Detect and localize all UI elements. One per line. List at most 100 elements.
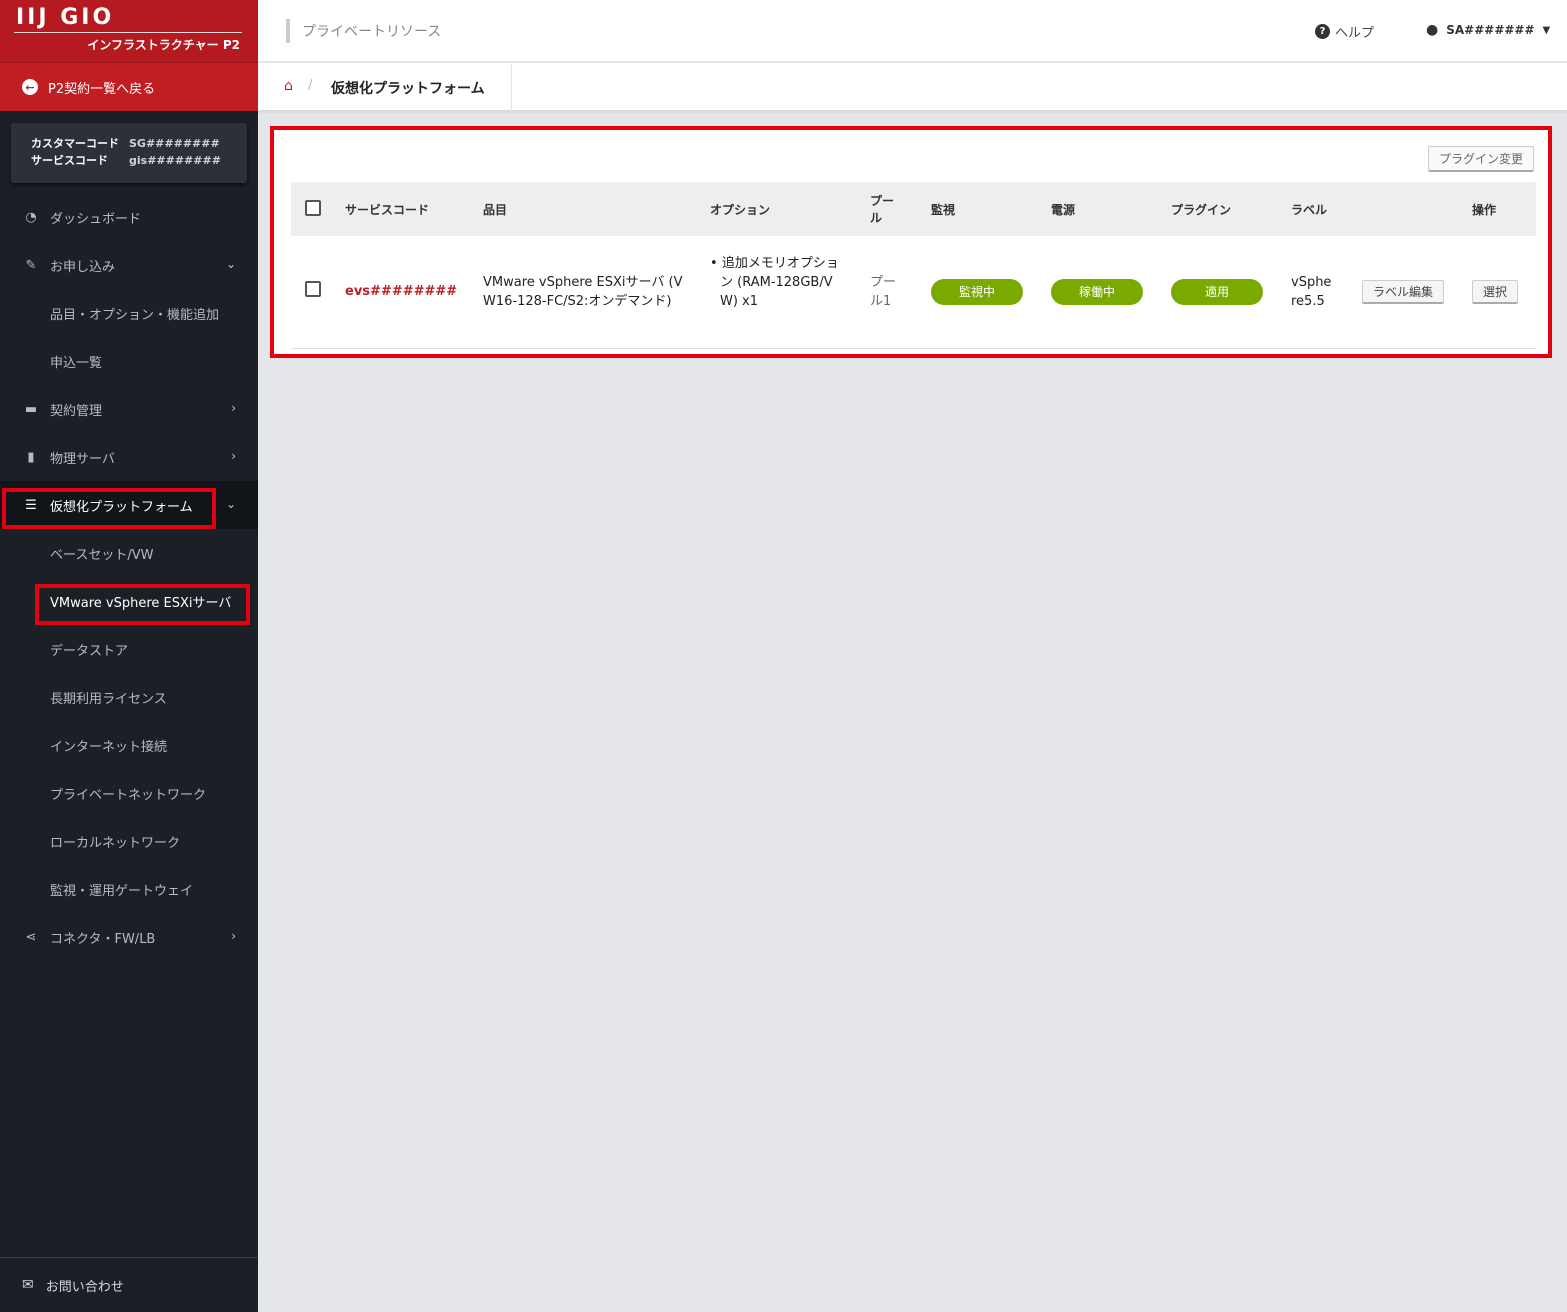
- label-cell: vSphe re5.5: [1291, 274, 1332, 309]
- brand-subtitle: インフラストラクチャー P2: [87, 38, 240, 52]
- caret-down-icon: ▼: [1542, 24, 1551, 36]
- col-spacer: [1358, 182, 1468, 236]
- sidebar-item-label: ベースセット/VW: [50, 547, 154, 563]
- account-codes-card: カスタマーコード SG######## サービスコード gis########: [11, 123, 247, 183]
- brand-divider: [14, 32, 242, 33]
- sidebar-item-internet[interactable]: インターネット接続: [0, 721, 258, 769]
- back-link-label: P2契約一覧へ戻る: [48, 81, 156, 97]
- arrow-left-circle-icon: ←: [22, 79, 38, 95]
- monitor-status-badge[interactable]: 監視中: [931, 278, 1023, 305]
- item-cell: VMware vSphere ESXiサーバ (V W16-128-FC/S2:…: [483, 274, 683, 309]
- col-pool[interactable]: プール: [866, 182, 927, 236]
- contact-link[interactable]: ✉ お問い合わせ: [0, 1257, 258, 1312]
- sidebar-item-virtual-platform[interactable]: ☰ 仮想化プラットフォーム ⌄: [0, 481, 258, 529]
- breadcrumb: ⌂ / 仮想化プラットフォーム: [258, 63, 1567, 111]
- sidebar-item-contract[interactable]: ▬ 契約管理 ›: [0, 385, 258, 433]
- dashboard-gauge-icon: ◔: [25, 209, 37, 225]
- envelope-icon: ✉: [22, 1277, 34, 1293]
- sidebar-item-private-network[interactable]: プライベートネットワーク: [0, 769, 258, 817]
- power-status-badge[interactable]: 稼働中: [1051, 278, 1143, 305]
- sidebar-item-label: 申込一覧: [50, 355, 103, 371]
- server-table: サービスコード 品目 オプション プール 監視 電源 プラグイン ラベル 操作 …: [291, 182, 1536, 349]
- chevron-right-icon: ›: [231, 929, 236, 943]
- col-monitor[interactable]: 監視: [927, 182, 1047, 236]
- sidebar-item-label: データストア: [50, 643, 129, 659]
- col-plugin[interactable]: プラグイン: [1167, 182, 1287, 236]
- bullet: •: [710, 256, 722, 272]
- truck-icon: ▬: [24, 401, 38, 417]
- select-button[interactable]: 選択: [1472, 279, 1519, 304]
- chevron-down-icon: ⌄: [225, 497, 236, 511]
- sidebar-item-label: お申し込み: [50, 259, 116, 275]
- table-row: evs######## VMware vSphere ESXiサーバ (V W1…: [291, 236, 1536, 348]
- row-checkbox[interactable]: [305, 280, 321, 297]
- sidebar-item-label: コネクタ・FW/LB: [50, 931, 156, 947]
- help-link[interactable]: ? ヘルプ: [1315, 22, 1374, 41]
- col-item[interactable]: 品目: [479, 182, 706, 236]
- help-label: ヘルプ: [1335, 26, 1375, 41]
- breadcrumb-divider: [511, 63, 512, 111]
- option-cell: • 追加メモリオプショ ン (RAM-128GB/V W) x1: [710, 256, 839, 310]
- col-operation: 操作: [1472, 202, 1497, 217]
- sidebar-item-label: 物理サーバ: [50, 451, 115, 467]
- plugin-status-badge[interactable]: 適用: [1171, 278, 1263, 305]
- table-header-row: サービスコード 品目 オプション プール 監視 電源 プラグイン ラベル 操作: [291, 182, 1536, 236]
- breadcrumb-separator: /: [308, 78, 313, 93]
- sidebar-item-label: 仮想化プラットフォーム: [50, 499, 193, 515]
- brand-logo[interactable]: IIJ GIO インフラストラクチャー P2: [0, 0, 258, 62]
- col-label[interactable]: ラベル: [1287, 182, 1358, 236]
- col-service-code[interactable]: サービスコード: [341, 182, 479, 236]
- page-title: プライベートリソース: [286, 19, 441, 43]
- sidebar-item-label: VMware vSphere ESXiサーバ: [50, 595, 232, 611]
- edit-icon: ✎: [25, 257, 37, 273]
- service-code-label: サービスコード: [31, 154, 108, 167]
- pool-cell: プー ル1: [870, 274, 897, 309]
- sidebar: IIJ GIO インフラストラクチャー P2 ← P2契約一覧へ戻る カスタマー…: [0, 0, 258, 1312]
- back-to-contracts-link[interactable]: ← P2契約一覧へ戻る: [0, 62, 258, 111]
- sidebar-item-dashboard[interactable]: ◔ ダッシュボード: [0, 193, 258, 241]
- sidebar-item-apply-list[interactable]: 申込一覧: [0, 337, 258, 385]
- sidebar-item-datastore[interactable]: データストア: [0, 625, 258, 673]
- sidebar-item-license[interactable]: 長期利用ライセンス: [0, 673, 258, 721]
- sidebar-item-label: インターネット接続: [50, 739, 168, 755]
- sidebar-item-apply[interactable]: ✎ お申し込み ⌄: [0, 241, 258, 289]
- breadcrumb-current: 仮想化プラットフォーム: [331, 81, 485, 97]
- sidebar-nav: ◔ ダッシュボード ✎ お申し込み ⌄ 品目・オプション・機能追加 申込一覧 ▬…: [0, 193, 258, 961]
- sidebar-item-connector[interactable]: ⋖ コネクタ・FW/LB ›: [0, 913, 258, 961]
- sidebar-item-label: 監視・運用ゲートウェイ: [50, 883, 194, 899]
- service-code-link[interactable]: evs########: [345, 284, 457, 299]
- sidebar-item-label: ローカルネットワーク: [50, 835, 181, 851]
- sidebar-item-label: 長期利用ライセンス: [50, 691, 167, 707]
- customer-code-value: SG########: [129, 137, 220, 150]
- chevron-right-icon: ›: [231, 401, 236, 415]
- sidebar-item-baseset[interactable]: ベースセット/VW: [0, 529, 258, 577]
- chevron-right-icon: ›: [231, 449, 236, 463]
- brand-name: IIJ GIO: [16, 5, 115, 30]
- question-circle-icon: ?: [1315, 24, 1330, 39]
- sidebar-item-label: 契約管理: [50, 403, 103, 419]
- share-icon: ⋖: [25, 929, 37, 945]
- server-icon: ☰: [25, 497, 37, 513]
- sidebar-item-apply-items[interactable]: 品目・オプション・機能追加: [0, 289, 258, 337]
- user-icon: ●: [1426, 22, 1439, 38]
- server-list-panel: プラグイン変更 サービスコード 品目 オプション プール 監視 電源 プラグイン…: [274, 130, 1548, 354]
- sidebar-item-physical-server[interactable]: ▮ 物理サーバ ›: [0, 433, 258, 481]
- sidebar-item-label: 品目・オプション・機能追加: [50, 307, 220, 323]
- home-icon[interactable]: ⌂: [284, 78, 293, 94]
- building-icon: ▮: [27, 449, 35, 465]
- sidebar-item-gateway[interactable]: 監視・運用ゲートウェイ: [0, 865, 258, 913]
- label-edit-button[interactable]: ラベル編集: [1362, 279, 1445, 304]
- sidebar-item-local-network[interactable]: ローカルネットワーク: [0, 817, 258, 865]
- col-power[interactable]: 電源: [1047, 182, 1167, 236]
- contact-label: お問い合わせ: [45, 1279, 124, 1295]
- plugin-change-button[interactable]: プラグイン変更: [1427, 146, 1534, 172]
- chevron-down-icon: ⌄: [225, 257, 236, 271]
- col-option[interactable]: オプション: [706, 182, 866, 236]
- sidebar-item-esxi-server[interactable]: VMware vSphere ESXiサーバ: [0, 577, 258, 625]
- sidebar-item-label: プライベートネットワーク: [50, 787, 207, 803]
- select-all-checkbox[interactable]: [305, 199, 321, 216]
- user-menu[interactable]: ● SA####### ▼: [1426, 22, 1550, 38]
- sidebar-item-label: ダッシュボード: [50, 211, 142, 227]
- customer-code-label: カスタマーコード: [31, 137, 119, 150]
- service-code-value: gis########: [129, 154, 221, 167]
